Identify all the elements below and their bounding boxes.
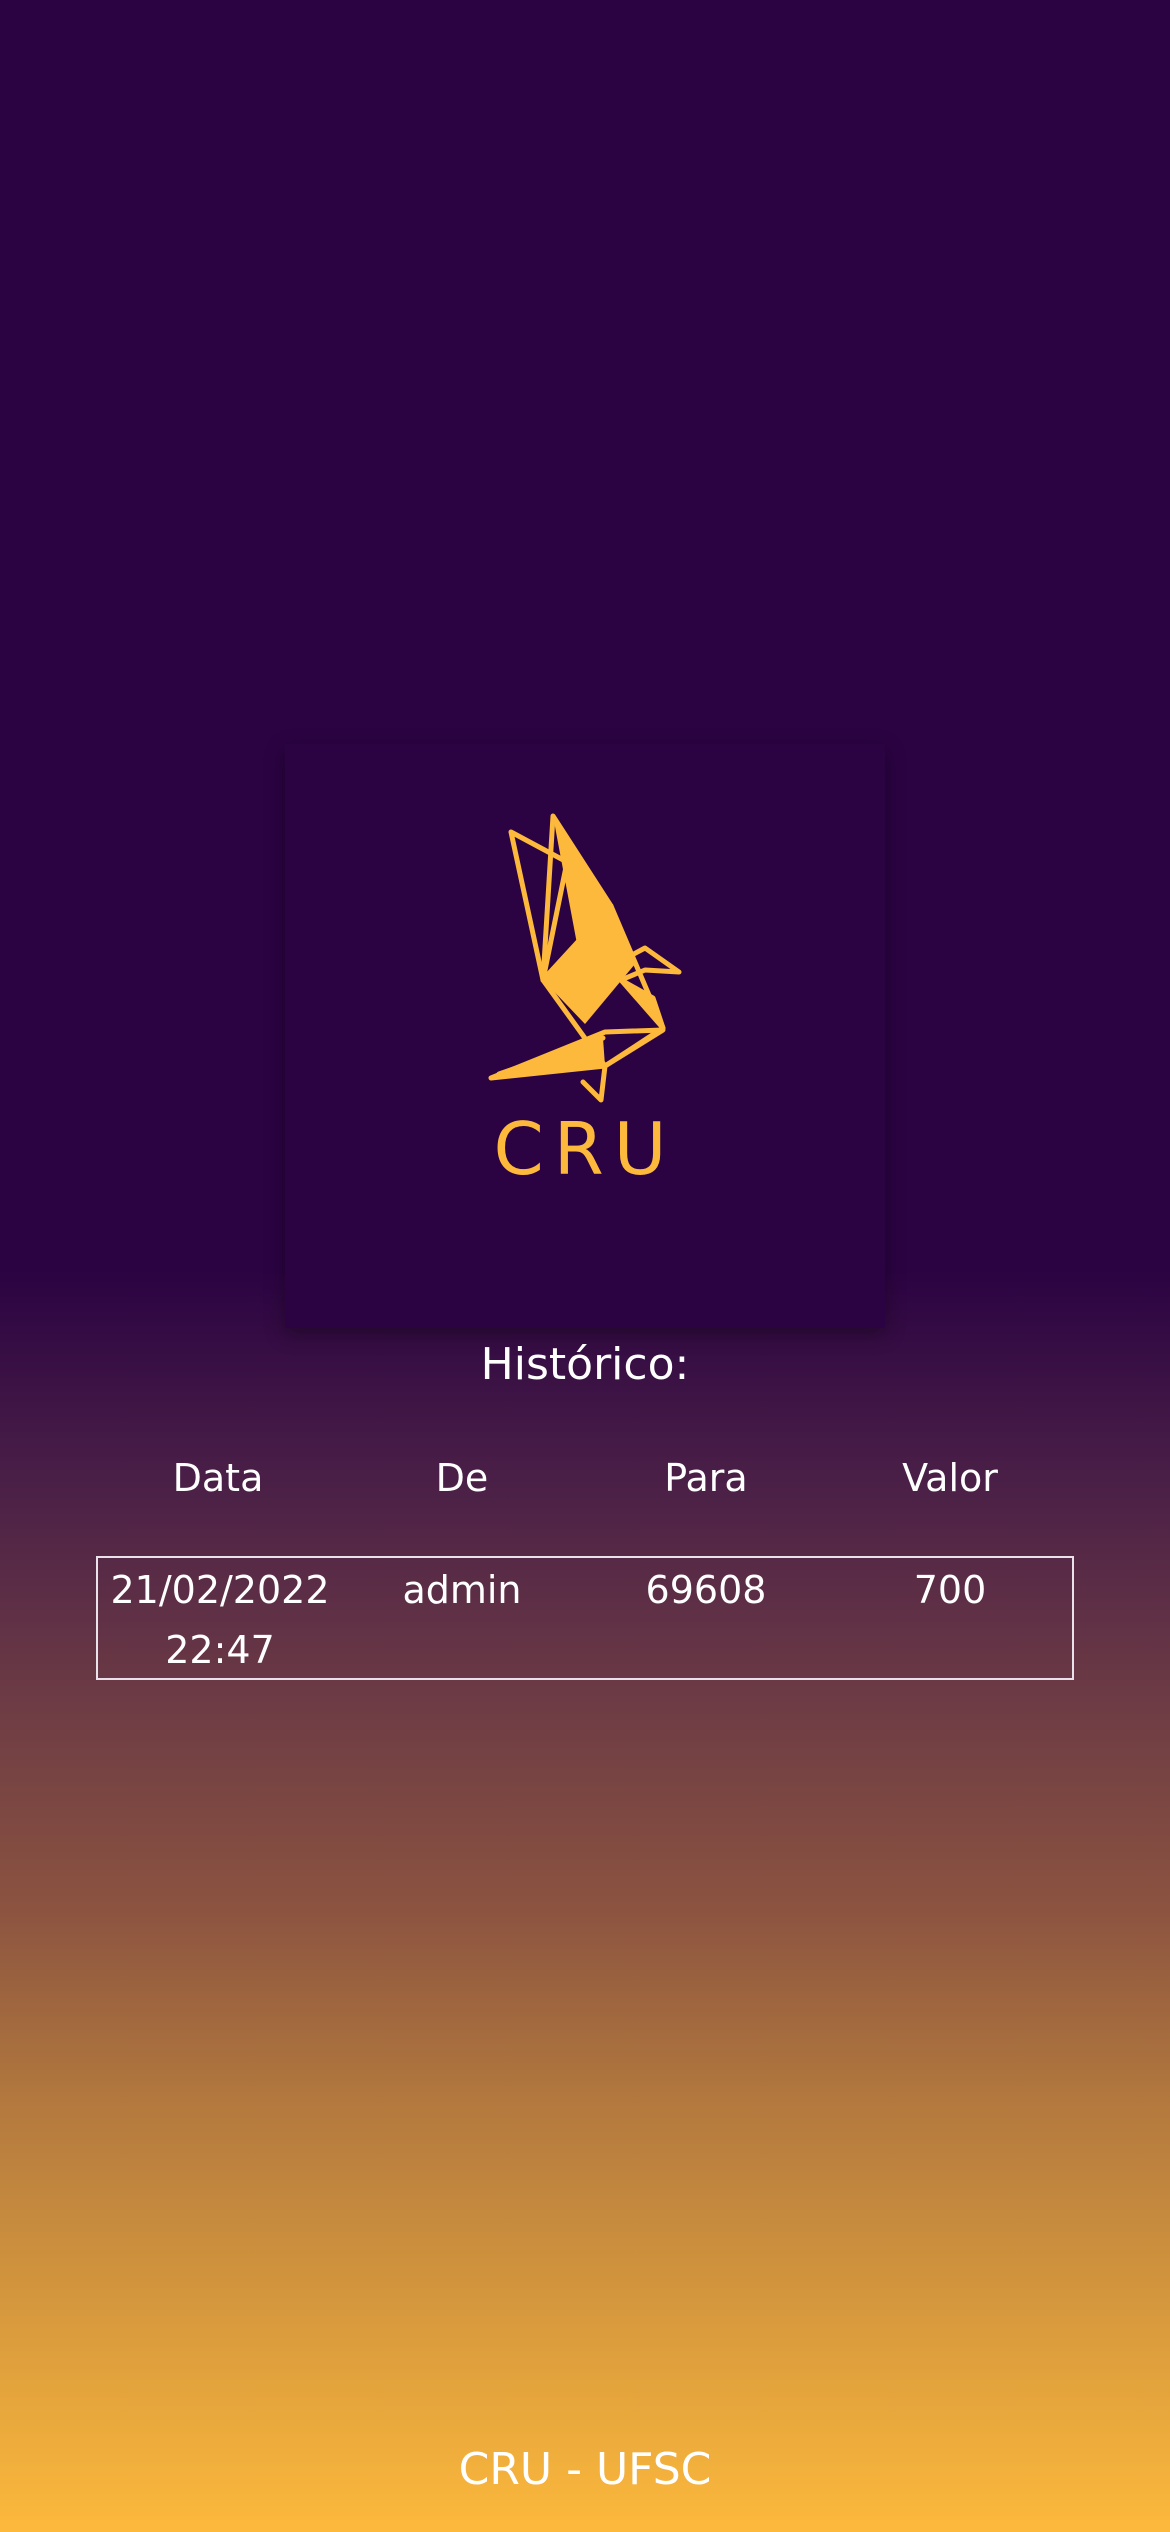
logo-wordmark: CRU	[494, 1107, 677, 1191]
origami-bird-icon: CRU	[488, 813, 682, 1191]
logo-card: CRU	[285, 744, 885, 1328]
table-cell-de: admin	[402, 1568, 522, 1612]
table-cell-valor: 700	[913, 1568, 987, 1612]
column-header-de: De	[435, 1456, 489, 1500]
column-header-valor: Valor	[902, 1456, 998, 1500]
table-cell-data: 21/02/2022 22:47	[110, 1568, 330, 1672]
footer-text: CRU - UFSC	[458, 2444, 712, 2495]
history-title: Histórico:	[480, 1339, 690, 1390]
column-header-para: Para	[664, 1456, 748, 1500]
column-header-data: Data	[172, 1456, 264, 1500]
table-cell-para: 69608	[645, 1568, 767, 1612]
